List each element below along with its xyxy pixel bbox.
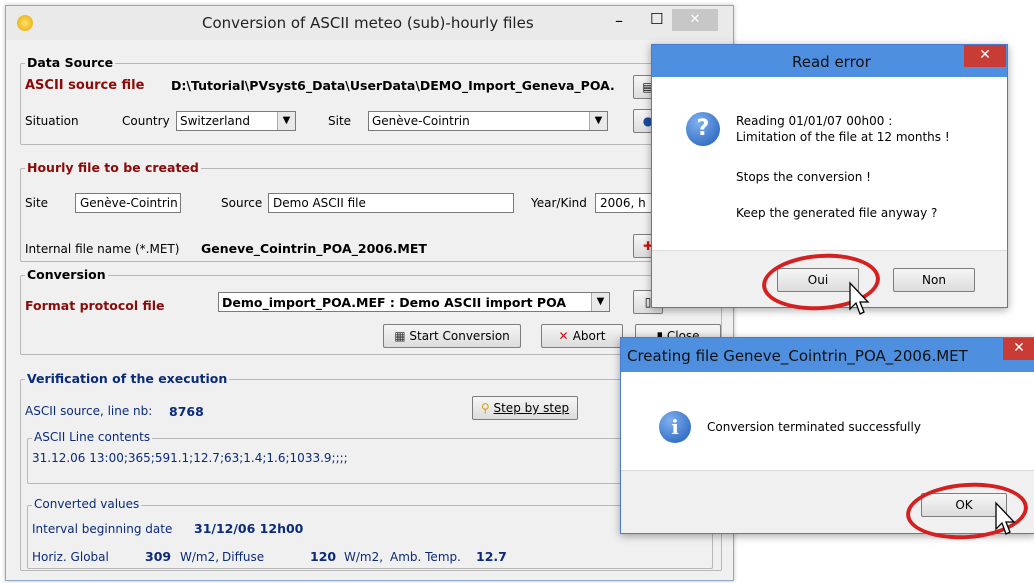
mouse-cursor-icon [995, 501, 1016, 535]
read-error-line2: Limitation of the file at 12 months ! [736, 130, 950, 144]
converted-values-group: Converted values Interval beginning date… [27, 497, 713, 569]
abort-icon: ✕ [558, 329, 573, 343]
chevron-down-icon: ▼ [589, 112, 607, 130]
abort-label: Abort [572, 329, 606, 343]
main-titlebar: Conversion of ASCII meteo (sub)-hourly f… [6, 6, 733, 40]
diffuse-label: Diffuse [222, 550, 265, 564]
creating-file-close-button[interactable]: ✕ [1003, 338, 1034, 360]
read-error-line1: Reading 01/01/07 00h00 : [736, 114, 893, 128]
read-error-titlebar: Read error ✕ [652, 45, 1007, 77]
info-icon: i [659, 411, 691, 443]
abort-button[interactable]: ✕ Abort [541, 324, 623, 348]
source-label: Source [221, 196, 263, 210]
ascii-line-value: 31.12.06 13:00;365;591.1;12.7;63;1.4;1.6… [32, 451, 348, 465]
line-nb-label: ASCII source, line nb: [25, 404, 153, 418]
conversion-title: Conversion [25, 267, 108, 282]
country-label: Country [122, 114, 170, 128]
start-conversion-button[interactable]: ▦ Start Conversion [383, 324, 521, 348]
site-value: Genève-Cointrin [372, 114, 470, 128]
site-select[interactable]: Genève-Cointrin ▼ [368, 111, 608, 131]
walking-icon: ⚲ [480, 401, 494, 415]
yearkind-label: Year/Kind [531, 196, 587, 210]
source-input[interactable]: Demo ASCII file [268, 193, 514, 213]
hourly-site-label: Site [25, 196, 49, 210]
horiz-global-label: Horiz. Global [32, 550, 109, 564]
horiz-global-value: 309 [145, 549, 172, 564]
amb-temp-value: 12.7 [476, 549, 507, 564]
hourly-site-input[interactable]: Genève-Cointrin [75, 193, 181, 213]
app-icon [17, 15, 33, 31]
hourly-file-title: Hourly file to be created [25, 160, 201, 175]
ascii-line-title: ASCII Line contents [32, 430, 153, 444]
ascii-source-label: ASCII source file [25, 78, 145, 93]
verification-title: Verification of the execution [25, 371, 230, 386]
maximize-button[interactable]: ☐ [650, 10, 663, 28]
step-by-step-button[interactable]: ⚲ Step by step [472, 396, 578, 420]
format-protocol-label: Format protocol file [25, 298, 165, 313]
chevron-down-icon: ▼ [591, 293, 609, 311]
window-title: Conversion of ASCII meteo (sub)-hourly f… [202, 14, 534, 32]
chevron-down-icon: ▼ [277, 112, 295, 130]
format-protocol-select[interactable]: Demo_import_POA.MEF : Demo ASCII import … [218, 292, 610, 312]
read-error-title: Read error [792, 53, 871, 71]
internal-file-label: Internal file name (*.MET) [25, 242, 180, 256]
ascii-source-path: D:\Tutorial\PVsyst6_Data\UserData\DEMO_I… [171, 78, 615, 93]
read-error-line4: Keep the generated file anyway ? [736, 206, 938, 220]
non-button[interactable]: Non [893, 268, 975, 292]
yearkind-input[interactable]: 2006, h [595, 193, 655, 213]
amb-temp-label: Amb. Temp. [390, 550, 461, 564]
conversion-group: Conversion Format protocol file Demo_imp… [20, 267, 722, 355]
interval-label: Interval beginning date [32, 522, 173, 536]
site-label: Site [328, 114, 352, 128]
read-error-line3: Stops the conversion ! [736, 170, 871, 184]
data-source-title: Data Source [25, 55, 116, 70]
read-error-close-button[interactable]: ✕ [964, 45, 1006, 67]
convert-icon: ▦ [394, 329, 410, 343]
format-protocol-value: Demo_import_POA.MEF : Demo ASCII import … [222, 295, 567, 310]
hourly-file-group: Hourly file to be created Site Genève-Co… [20, 160, 722, 262]
country-select[interactable]: Switzerland ▼ [176, 111, 296, 131]
step-label: Step by step [493, 401, 570, 415]
diffuse-unit: W/m2, [344, 550, 384, 564]
creating-file-title: Creating file Geneve_Cointrin_POA_2006.M… [627, 347, 968, 365]
interval-value: 31/12/06 12h00 [194, 521, 304, 536]
creating-file-message: Conversion terminated successfully [707, 420, 921, 434]
verification-group: Verification of the execution ASCII sour… [20, 371, 722, 571]
horiz-unit: W/m2, [180, 550, 220, 564]
ascii-line-group: ASCII Line contents 31.12.06 13:00;365;5… [27, 430, 713, 484]
minimize-button[interactable]: – [615, 11, 623, 30]
mouse-cursor-icon [849, 281, 870, 315]
creating-file-titlebar: Creating file Geneve_Cointrin_POA_2006.M… [621, 338, 1034, 372]
country-value: Switzerland [180, 114, 250, 128]
internal-file-value: Geneve_Cointrin_POA_2006.MET [201, 241, 427, 256]
converted-values-title: Converted values [32, 497, 142, 511]
question-icon: ? [686, 112, 720, 146]
start-conversion-label: Start Conversion [409, 329, 510, 343]
situation-label: Situation [25, 114, 79, 128]
diffuse-value: 120 [310, 549, 337, 564]
close-button[interactable]: ✕ [672, 9, 718, 31]
data-source-group: Data Source ASCII source file D:\Tutoria… [20, 55, 722, 145]
line-nb-value: 8768 [169, 404, 204, 419]
